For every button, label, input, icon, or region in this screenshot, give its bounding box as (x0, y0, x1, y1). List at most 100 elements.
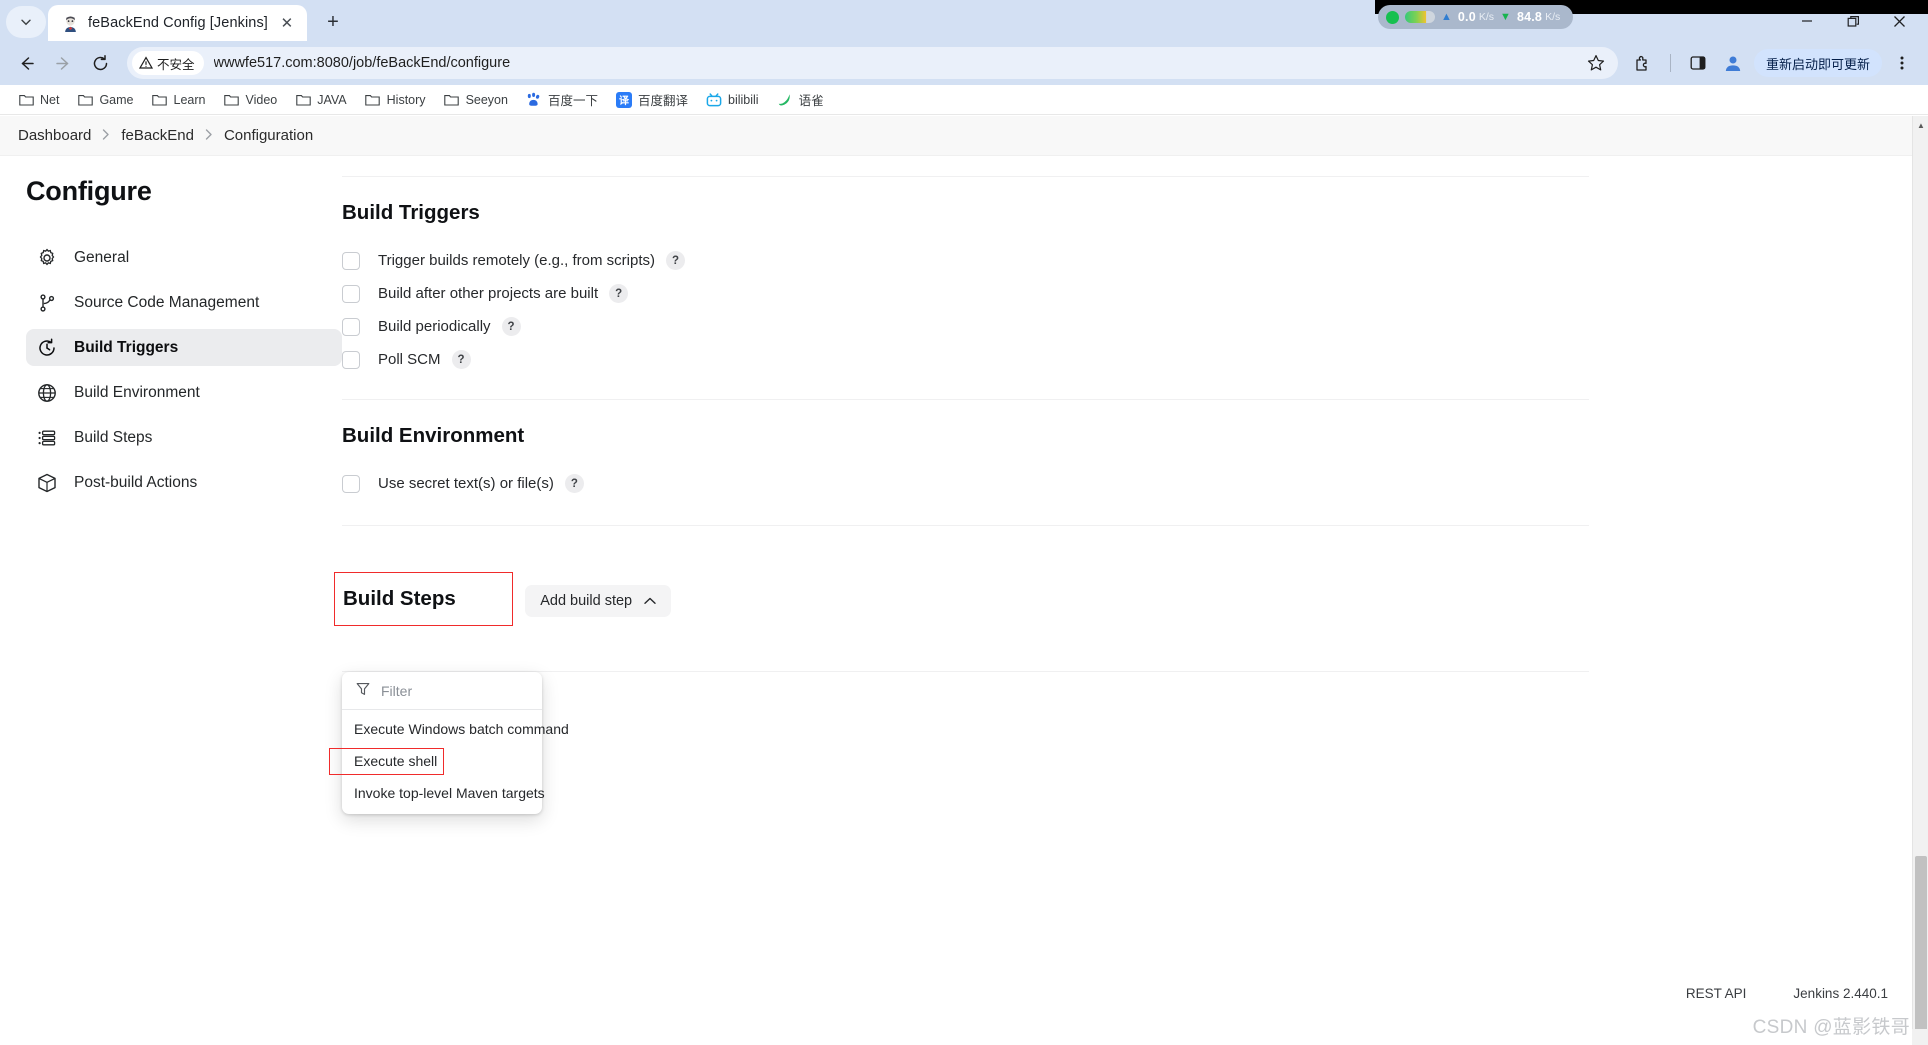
update-prompt-button[interactable]: 重新启动即可更新 (1753, 49, 1882, 77)
sidebar-item-label: Source Code Management (74, 293, 260, 311)
close-icon[interactable]: ✕ (277, 13, 297, 33)
tab-title: feBackEnd Config [Jenkins] (88, 15, 268, 31)
divider (342, 399, 1589, 400)
help-icon[interactable]: ? (564, 474, 584, 493)
section-build-steps: Build Steps Add build step Filter Execut… (329, 560, 1652, 814)
sidebar-item-label: Build Steps (74, 428, 153, 446)
folder-icon (365, 92, 381, 108)
bookmark-game[interactable]: Game (69, 89, 141, 111)
help-icon[interactable]: ? (609, 284, 629, 303)
help-icon[interactable]: ? (666, 251, 686, 270)
browser-tab[interactable]: feBackEnd Config [Jenkins] ✕ (48, 5, 307, 41)
dropdown-filter-row[interactable]: Filter (342, 672, 542, 710)
bookmark-label: 语雀 (798, 94, 824, 108)
window-controls (1784, 6, 1922, 36)
checkbox[interactable] (342, 251, 360, 270)
section-heading: Build Environment (342, 424, 525, 447)
trigger-option-remote[interactable]: Trigger builds remotely (e.g., from scri… (342, 251, 1652, 270)
checkbox[interactable] (342, 317, 360, 336)
rest-api-link[interactable]: REST API (1686, 986, 1747, 1001)
toolbar-divider (1669, 54, 1671, 72)
sidebar-item-build-triggers[interactable]: Build Triggers (26, 329, 342, 366)
help-icon[interactable]: ? (501, 317, 521, 336)
reload-button[interactable] (82, 45, 118, 81)
checkbox[interactable] (342, 474, 360, 493)
bookmark-bilibili[interactable]: bilibili (698, 89, 767, 111)
download-speed-unit: K/s (1545, 11, 1561, 23)
bookmark-seeyon[interactable]: Seeyon (436, 89, 516, 111)
bookmark-baidu-translate[interactable]: 译 百度翻译 (608, 87, 696, 112)
upload-arrow-icon: ▲ (1441, 10, 1452, 23)
bookmark-history[interactable]: History (357, 89, 434, 111)
sidebar-item-post-build-actions[interactable]: Post-build Actions (26, 464, 342, 501)
package-icon (36, 472, 57, 493)
sidebar-item-label: Build Triggers (74, 338, 179, 356)
vertical-scrollbar[interactable]: ▲ (1912, 116, 1928, 1045)
sidebar-item-label: Build Environment (74, 383, 200, 401)
url-text[interactable]: wwwfe517.com:8080/job/feBackEnd/configur… (214, 55, 1578, 71)
bookmark-label: bilibili (728, 92, 759, 107)
dropdown-item-invoke-maven-targets[interactable]: Invoke top-level Maven targets (342, 781, 545, 806)
bookmark-learn[interactable]: Learn (144, 89, 214, 111)
status-dot-icon (1386, 10, 1399, 24)
chevron-right-icon (205, 128, 213, 143)
scrollbar-thumb[interactable] (1915, 856, 1927, 1031)
bookmark-yuque[interactable]: 语雀 (769, 87, 832, 112)
scroll-up-arrow-icon[interactable]: ▲ (1913, 118, 1928, 132)
dropdown-filter-placeholder[interactable]: Filter (381, 683, 412, 699)
speed-gauge-icon (1405, 11, 1435, 23)
minimize-button[interactable] (1784, 6, 1830, 36)
trigger-option-poll-scm[interactable]: Poll SCM ? (342, 350, 1652, 369)
bookmark-star-icon[interactable] (1578, 45, 1614, 81)
profile-avatar[interactable] (1718, 48, 1748, 78)
breadcrumb-item-dashboard[interactable]: Dashboard (18, 127, 91, 144)
checkbox[interactable] (342, 284, 360, 303)
dropdown-item-execute-shell[interactable]: Execute shell (329, 748, 444, 775)
bookmark-video[interactable]: Video (215, 89, 285, 111)
new-tab-button[interactable]: + (316, 7, 350, 37)
sidebar-item-build-environment[interactable]: Build Environment (26, 374, 342, 411)
close-window-button[interactable] (1876, 6, 1922, 36)
bookmarks-bar: Net Game Learn Video JAVA History Seeyon (0, 85, 1928, 115)
clock-icon (36, 337, 57, 358)
tab-search-chevron-icon[interactable] (6, 6, 46, 38)
tab-strip: feBackEnd Config [Jenkins] ✕ + ▲ 0.0 K/s… (0, 0, 1928, 41)
bookmark-net[interactable]: Net (10, 89, 67, 111)
sidebar-item-general[interactable]: General (26, 239, 342, 276)
page-title: Configure (26, 176, 152, 206)
bookmark-baidu-search[interactable]: 百度一下 (518, 87, 606, 112)
trigger-option-after-other-projects[interactable]: Build after other projects are built ? (342, 284, 1652, 303)
help-icon[interactable]: ? (451, 350, 471, 369)
folder-icon (152, 92, 168, 108)
checkbox-label: Build periodically (378, 318, 491, 335)
site-security-chip[interactable]: 不安全 (132, 51, 204, 75)
network-speed-widget[interactable]: ▲ 0.0 K/s ▼ 84.8 K/s (1378, 5, 1573, 29)
breadcrumb-item-project[interactable]: feBackEnd (121, 127, 194, 144)
bookmark-label: JAVA (317, 92, 347, 107)
env-option-secret-text[interactable]: Use secret text(s) or file(s) ? (342, 474, 1652, 493)
bookmark-label: Game (99, 92, 134, 107)
bookmark-java[interactable]: JAVA (287, 89, 354, 111)
address-bar[interactable]: 不安全 wwwfe517.com:8080/job/feBackEnd/conf… (127, 47, 1618, 79)
back-button[interactable] (8, 45, 44, 81)
maximize-restore-button[interactable] (1830, 6, 1876, 36)
forward-button[interactable] (45, 45, 81, 81)
checkbox-label: Poll SCM (378, 351, 441, 368)
checkbox-label: Use secret text(s) or file(s) (378, 475, 554, 492)
add-build-step-button[interactable]: Add build step (525, 585, 672, 617)
dropdown-item-execute-windows-batch[interactable]: Execute Windows batch command (342, 717, 569, 742)
trigger-option-periodically[interactable]: Build periodically ? (342, 317, 1652, 336)
jenkins-version-label[interactable]: Jenkins 2.440.1 (1793, 986, 1888, 1001)
chrome-menu-icon[interactable] (1884, 45, 1920, 81)
side-panel-icon[interactable] (1680, 45, 1716, 81)
breadcrumb-item-configuration: Configuration (223, 127, 314, 144)
checkbox[interactable] (342, 350, 360, 369)
funnel-icon (356, 682, 370, 699)
sidebar-item-build-steps[interactable]: Build Steps (26, 419, 342, 456)
sidebar-item-source-code-management[interactable]: Source Code Management (26, 284, 342, 321)
bookmark-label: History (386, 92, 426, 107)
bilibili-icon (706, 92, 722, 108)
extensions-icon[interactable] (1625, 45, 1661, 81)
add-build-step-dropdown: Filter Execute Windows batch command Exe… (329, 672, 569, 814)
bookmark-label: Net (40, 92, 60, 107)
